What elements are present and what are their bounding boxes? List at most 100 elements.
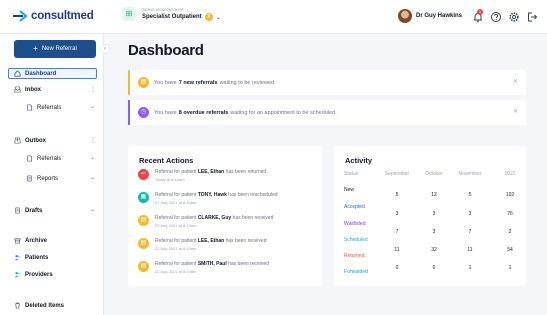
sidebar-item-label: Providers [25, 271, 53, 278]
new-referral-button[interactable]: + New Referral [14, 40, 96, 58]
chevron-down-icon: ⌄ [215, 14, 221, 21]
logo-arrow-icon [13, 10, 28, 22]
logout-icon[interactable] [526, 11, 538, 23]
more-options-icon[interactable]: ⋮ [90, 86, 96, 93]
alert-text: waiting to be reviewed [219, 79, 274, 86]
calendar-icon: ▦ [138, 192, 149, 203]
outbox-icon [14, 137, 21, 144]
recent-actions-card: Recent Actions ↩ Referral for patient LE… [128, 146, 322, 286]
clock-icon: ◷ [138, 107, 149, 118]
status-label: Returned [344, 253, 365, 259]
sidebar-item-outbox-referrals[interactable]: Referrals [26, 155, 61, 162]
sidebar-item-label: Referrals [37, 104, 62, 111]
archive-icon [14, 238, 21, 244]
sidebar-item-outbox-reports[interactable]: Reports [26, 175, 58, 182]
patients-icon [14, 254, 20, 261]
sidebar-item-label: Inbox [25, 86, 41, 93]
status-label: Scheduled [344, 237, 368, 243]
close-icon[interactable]: ✕ [513, 108, 518, 115]
document-icon: ▤ [138, 77, 149, 88]
sidebar-item-label: Outbox [25, 137, 46, 144]
sidebar-item-inbox[interactable]: Inbox [14, 86, 41, 93]
logo-text: consultmed [31, 10, 94, 22]
patient-name: SMITH, Paul [197, 261, 227, 267]
activity-card: Activity Status September October Novemb… [334, 146, 526, 286]
patient-name: LEE, Ethan [197, 238, 225, 244]
chevron-down-icon[interactable]: ⌄ [90, 103, 95, 110]
list-item[interactable]: ▤ Referral for patient LEE, Ethan has be… [138, 238, 266, 251]
alert-text: You have [154, 79, 177, 86]
sidebar-item-label: Patients [25, 254, 49, 261]
chevron-down-icon[interactable]: ⌄ [90, 174, 95, 181]
gear-icon[interactable] [508, 11, 520, 23]
new-referral-label: New Referral [41, 46, 77, 52]
document-icon: ▤ [138, 261, 149, 272]
close-icon[interactable]: ✕ [513, 78, 518, 85]
column-header: November [458, 171, 482, 177]
establishment-value: Specialist Outpatient [142, 14, 202, 20]
patient-name: CLARKE, Guy [197, 215, 232, 221]
document-icon [27, 104, 32, 111]
column-header: September [384, 171, 410, 177]
sidebar-item-label: Dashboard [25, 70, 57, 77]
page-title: Dashboard [128, 42, 204, 59]
action-time: 22 Aug 2021 at 8:10am [155, 223, 197, 228]
top-bar: consultmed ⊞ Select establishment Specia… [0, 0, 547, 34]
hospital-icon: ⊞ [122, 7, 136, 21]
report-icon [27, 175, 32, 182]
action-time: 22 Aug 2021 at 8:10am [155, 269, 197, 274]
document-icon: ▤ [138, 238, 149, 249]
document-icon [27, 155, 32, 162]
more-options-icon[interactable]: ⋮ [90, 137, 96, 144]
list-item[interactable]: ▤ Referral for patient SMITH, Paul has b… [138, 261, 269, 274]
status-label: New [344, 187, 355, 193]
action-time: 27 Aug 2021 at 8:10am [155, 200, 197, 205]
providers-icon [14, 271, 20, 278]
sidebar-item-label: Archive [25, 237, 48, 244]
status-label: Accepted [344, 204, 365, 210]
list-item[interactable]: ▦ Referral for patient TONY, Hawk has be… [138, 192, 278, 205]
sidebar: + New Referral ‹ Dashboard Inbox ⋮ Refer… [0, 34, 110, 315]
recent-actions-title: Recent Actions [139, 156, 194, 165]
patient-name: LEE, Ethan [197, 169, 225, 175]
sidebar-item-archive[interactable]: Archive [14, 237, 47, 244]
sidebar-item-providers[interactable]: Providers [14, 271, 53, 278]
sidebar-item-patients[interactable]: Patients [14, 254, 48, 261]
patient-name: TONY, Hawk [197, 192, 227, 198]
sidebar-item-outbox[interactable]: Outbox [14, 137, 46, 144]
status-label: Forwarded [344, 269, 368, 275]
sidebar-item-drafts[interactable]: Drafts [14, 207, 42, 214]
avatar [398, 9, 412, 23]
drafts-icon [15, 207, 20, 214]
alert-text: waiting for an appointment to be schedul… [230, 109, 337, 116]
action-time: 22 Aug 2021 at 8:10am [155, 246, 197, 251]
sidebar-item-inbox-referrals[interactable]: Referrals [26, 104, 61, 111]
sidebar-item-label: Referrals [37, 155, 62, 162]
action-time: Today at 8:10am [155, 177, 185, 182]
column-header: October [425, 171, 443, 177]
sidebar-item-deleted-items[interactable]: Deleted Items [14, 302, 64, 309]
status-label: Waitlisted [344, 221, 366, 227]
chevron-down-icon[interactable]: ⌄ [90, 154, 95, 161]
help-icon[interactable] [490, 11, 502, 23]
plus-icon: + [33, 44, 38, 53]
establishment-label: Select establishment [142, 7, 184, 12]
sidebar-item-dashboard[interactable]: Dashboard [8, 68, 97, 79]
home-icon [14, 70, 21, 77]
list-item[interactable]: ↩ Referral for patient LEE, Ethan has be… [138, 169, 266, 182]
chevron-down-icon[interactable]: ⌄ [90, 206, 95, 213]
establishment-selector[interactable]: ⊞ Select establishment Specialist Outpat… [122, 7, 221, 21]
user-name: Dr Guy Hawkins [416, 13, 463, 19]
establishment-count-badge: 3 [204, 13, 213, 21]
user-menu[interactable]: Dr Guy Hawkins [398, 9, 462, 23]
notification-badge: 1 [477, 9, 483, 15]
sidebar-item-label: Reports [37, 175, 59, 182]
alert-highlight: 8 overdue referrals [178, 109, 229, 116]
column-header: 2022 [504, 171, 516, 177]
collapse-sidebar-button[interactable]: ‹ [100, 44, 110, 54]
alert-text: You have [154, 109, 177, 116]
list-item[interactable]: ▤ Referral for patient CLARKE, Guy has b… [138, 215, 273, 228]
sidebar-item-label: Deleted Items [25, 302, 65, 309]
document-icon: ▤ [138, 215, 149, 226]
logo[interactable]: consultmed [12, 10, 94, 22]
